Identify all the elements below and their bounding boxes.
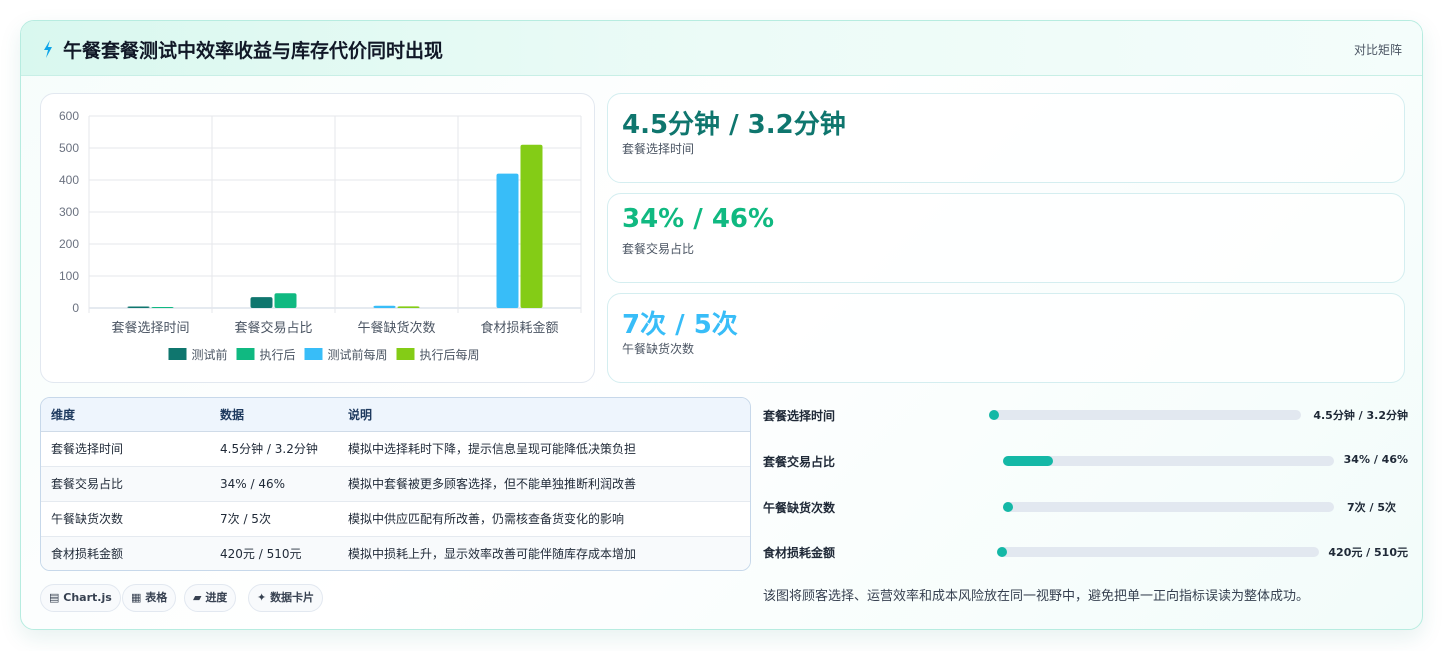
x-tick-label: 食材损耗金额 [480, 320, 558, 335]
tag-label: Chart.js [63, 591, 112, 604]
progress-row: 套餐选择时间 4.5分钟 / 3.2分钟 [763, 405, 1408, 425]
dashboard-card: 午餐套餐测试中效率收益与库存代价同时出现 对比矩阵 0 100 200 300 400 5… [20, 20, 1423, 630]
table-cell: 4.5分钟 / 3.2分钟 [210, 431, 338, 467]
progress-label: 午餐缺货次数 [763, 501, 836, 515]
column-header: 维度 [41, 398, 210, 432]
bar-chart: 0 100 200 300 400 500 600 套餐选择时间 套餐交易占比 午餐缺货次数 食材损… [59, 109, 582, 362]
table-cell: 420元 / 510元 [210, 536, 338, 570]
table-row: 套餐交易占比 34% / 46% 模拟中套餐被更多顾客选择，但不能单独推断利润改… [41, 466, 750, 502]
table-row: 食材损耗金额 420元 / 510元 模拟中损耗上升，显示效率改善可能伴随库存成… [41, 536, 750, 570]
table-row: 午餐缺货次数 7次 / 5次 模拟中供应匹配有所改善，仍需核查备货变化的影响 [41, 501, 750, 537]
tag-label: 数据卡片 [270, 591, 315, 604]
table-cell: 模拟中损耗上升，显示效率改善可能伴随库存成本增加 [338, 536, 750, 570]
bar-2-3 [496, 173, 519, 308]
column-header: 说明 [338, 398, 750, 432]
y-tick-label: 400 [59, 173, 79, 187]
chart-icon: ▤ [49, 591, 60, 604]
table-cell: 套餐选择时间 [41, 431, 210, 467]
bar-3-2 [397, 306, 420, 308]
progress-fill [989, 410, 999, 420]
kpi-value: 34% / 46% [622, 204, 775, 234]
sparkle-icon: ✦ [257, 591, 267, 604]
progress-row: 午餐缺货次数 7次 / 5次 [763, 497, 1408, 517]
legend-swatch [304, 348, 323, 360]
table-row: 套餐选择时间 4.5分钟 / 3.2分钟 模拟中选择耗时下降，提示信息呈现可能降… [41, 431, 750, 467]
table-cell: 模拟中供应匹配有所改善，仍需核查备货变化的影响 [338, 501, 750, 537]
progress-value: 420元 / 510元 [1328, 546, 1408, 559]
card-header: 午餐套餐测试中效率收益与库存代价同时出现 对比矩阵 [21, 21, 1422, 76]
kpi-card-selection-time: 4.5分钟 / 3.2分钟 套餐选择时间 [607, 93, 1405, 183]
progress-track [997, 547, 1319, 557]
table-cell: 午餐缺货次数 [41, 501, 210, 537]
bar-0-1 [250, 297, 273, 308]
x-tick-label: 套餐选择时间 [111, 320, 189, 335]
data-table: 维度 数据 说明 套餐选择时间 4.5分钟 / 3.2分钟 模拟中选择耗时下降，… [40, 397, 751, 571]
progress-label: 套餐选择时间 [763, 409, 836, 423]
progress-label: 食材损耗金额 [763, 546, 836, 560]
legend-swatch [236, 348, 255, 360]
progress-label: 套餐交易占比 [763, 455, 836, 469]
legend-label: 测试前每周 [328, 347, 388, 362]
kpi-value: 4.5分钟 / 3.2分钟 [622, 110, 846, 140]
column-header: 数据 [210, 398, 338, 432]
progress-row: 套餐交易占比 34% / 46% [763, 451, 1408, 471]
progress-track [989, 410, 1301, 420]
compare-matrix-link[interactable]: 对比矩阵 [1354, 41, 1402, 58]
tag-label: 表格 [145, 591, 168, 604]
progress-row: 食材损耗金额 420元 / 510元 [763, 542, 1408, 562]
table-cell: 套餐交易占比 [41, 466, 210, 502]
summary-note: 该图将顾客选择、运营效率和成本风险放在同一视野中，避免把单一正向指标误读为整体成… [763, 589, 1310, 604]
progress-fill [1003, 502, 1013, 512]
bar-0-0 [127, 306, 150, 308]
bar-chart-panel: 0 100 200 300 400 500 600 套餐选择时间 套餐交易占比 午餐缺货次数 食材损… [40, 93, 595, 383]
tag-chartjs[interactable]: ▤ Chart.js [40, 584, 121, 612]
lightning-icon [44, 40, 52, 58]
progress-value: 4.5分钟 / 3.2分钟 [1313, 409, 1408, 422]
progress-fill [997, 547, 1007, 557]
tag-progress[interactable]: ▰ 进度 [184, 584, 237, 612]
page-title: 午餐套餐测试中效率收益与库存代价同时出现 [63, 40, 444, 62]
tag-label: 进度 [205, 591, 228, 604]
y-tick-label: 0 [72, 301, 79, 315]
x-tick-label: 套餐交易占比 [234, 320, 312, 335]
y-tick-label: 200 [59, 237, 79, 251]
table-cell: 模拟中选择耗时下降，提示信息呈现可能降低决策负担 [338, 431, 750, 467]
kpi-label: 套餐交易占比 [622, 242, 695, 256]
table-cell: 7次 / 5次 [210, 501, 338, 537]
y-tick-label: 300 [59, 205, 79, 219]
legend-label: 执行后 [260, 348, 296, 362]
y-tick-label: 500 [59, 141, 79, 155]
kpi-card-stockouts: 7次 / 5次 午餐缺货次数 [607, 293, 1405, 383]
kpi-value: 7次 / 5次 [622, 310, 738, 340]
progress-value: 7次 / 5次 [1347, 501, 1396, 514]
progress-value: 34% / 46% [1343, 453, 1408, 466]
table-cell: 模拟中套餐被更多顾客选择，但不能单独推断利润改善 [338, 466, 750, 502]
bar-1-1 [274, 293, 297, 308]
kpi-card-transaction-share: 34% / 46% 套餐交易占比 [607, 193, 1405, 283]
legend-label: 执行后每周 [420, 347, 480, 362]
legend-label: 测试前 [192, 347, 228, 362]
progress-icon: ▰ [193, 591, 202, 604]
tag-data-card[interactable]: ✦ 数据卡片 [248, 584, 324, 612]
y-tick-label: 600 [59, 109, 79, 123]
progress-track [1003, 456, 1334, 466]
progress-track [1003, 502, 1334, 512]
bar-3-3 [520, 144, 543, 308]
table-header-row: 维度 数据 说明 [41, 398, 750, 432]
table-icon: ▦ [131, 591, 142, 604]
table-cell: 食材损耗金额 [41, 536, 210, 570]
legend-swatch [168, 348, 187, 360]
y-tick-label: 100 [59, 269, 79, 283]
bar-2-2 [373, 305, 396, 308]
progress-fill [1003, 456, 1053, 466]
bar-1-0 [151, 306, 174, 308]
kpi-label: 套餐选择时间 [622, 142, 695, 156]
kpi-label: 午餐缺货次数 [622, 342, 695, 356]
x-tick-label: 午餐缺货次数 [357, 320, 435, 335]
legend-swatch [396, 348, 415, 360]
tag-table[interactable]: ▦ 表格 [122, 584, 177, 612]
table-cell: 34% / 46% [210, 466, 338, 502]
